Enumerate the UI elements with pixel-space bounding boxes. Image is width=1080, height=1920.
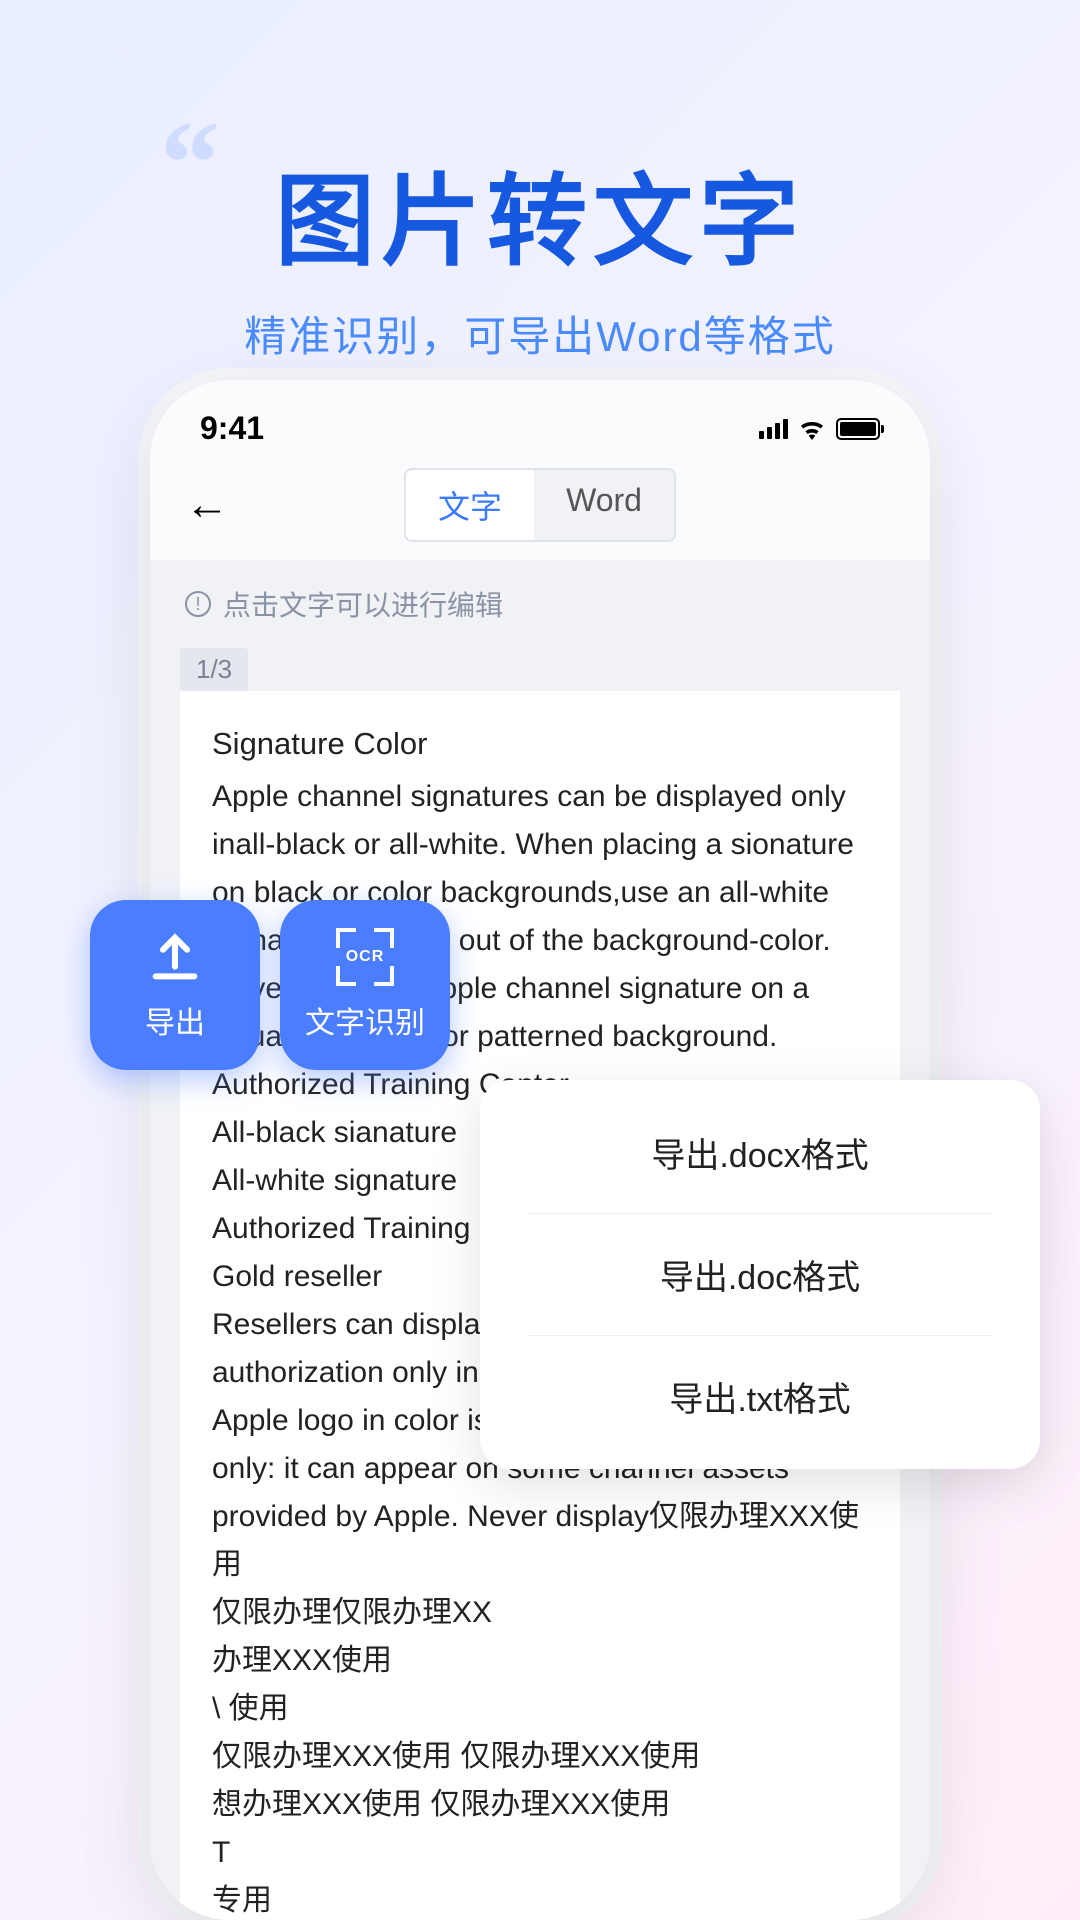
- hint-text: 点击文字可以进行编辑: [223, 584, 503, 624]
- export-doc[interactable]: 导出.doc格式: [528, 1214, 992, 1336]
- nav-bar: ← 文字 Word: [150, 462, 930, 548]
- info-icon: !: [185, 591, 211, 617]
- wifi-icon: [798, 418, 826, 440]
- hero-section: “ 图片转文字 精准识别，可导出Word等格式: [0, 0, 1080, 364]
- signal-icon: [759, 419, 788, 439]
- upload-icon: [146, 928, 204, 986]
- battery-icon: [836, 418, 880, 440]
- format-tabs: 文字 Word: [404, 468, 676, 542]
- status-time: 9:41: [200, 410, 264, 447]
- back-button[interactable]: ←: [185, 480, 229, 530]
- export-format-menu: 导出.docx格式 导出.doc格式 导出.txt格式: [480, 1080, 1040, 1469]
- ocr-button[interactable]: OCR 文字识别: [280, 900, 450, 1070]
- ocr-label: 文字识别: [305, 998, 425, 1042]
- status-bar: 9:41: [150, 380, 930, 462]
- ocr-heading: Signature Color: [212, 719, 868, 769]
- edit-hint: ! 点击文字可以进行编辑: [150, 560, 930, 648]
- export-txt[interactable]: 导出.txt格式: [528, 1336, 992, 1457]
- tab-word[interactable]: Word: [534, 470, 674, 540]
- hero-subtitle: 精准识别，可导出Word等格式: [0, 303, 1080, 364]
- export-button[interactable]: 导出: [90, 900, 260, 1070]
- ocr-scan-icon: OCR: [336, 928, 394, 986]
- page-indicator: 1/3: [180, 648, 248, 691]
- export-label: 导出: [145, 998, 205, 1042]
- export-docx[interactable]: 导出.docx格式: [528, 1092, 992, 1214]
- tab-text[interactable]: 文字: [406, 470, 534, 540]
- status-icons: [759, 418, 880, 440]
- quote-decoration: “: [160, 145, 220, 181]
